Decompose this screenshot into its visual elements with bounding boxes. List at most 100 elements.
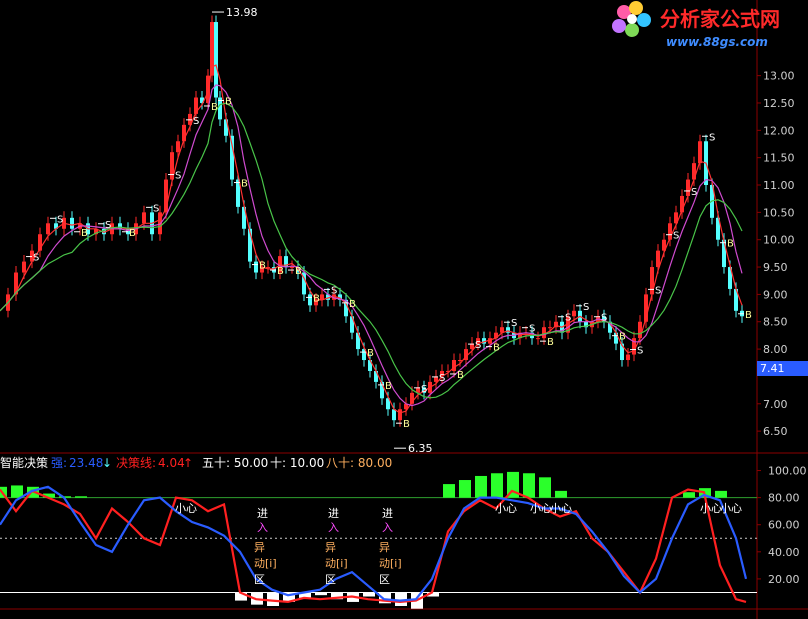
- caution-label: 小心: [720, 502, 742, 515]
- flower-icon: [612, 1, 651, 37]
- event-zone-text: 区: [379, 573, 390, 586]
- event-zone-text: 异: [254, 541, 265, 554]
- candle-body: [392, 409, 396, 421]
- buy-signal: B: [211, 102, 218, 113]
- buy-signal: B: [493, 343, 500, 354]
- event-zone-text: 动[i]: [254, 557, 277, 570]
- entry-marker-text: 进: [328, 507, 339, 520]
- price-tick-label: 11.50: [763, 152, 795, 165]
- histogram-bar: [363, 592, 375, 597]
- osc-tick-label: 20.00: [768, 573, 800, 586]
- buy-signal: B: [225, 97, 232, 108]
- sell-signal: S: [105, 220, 111, 231]
- buy-signal: B: [385, 381, 392, 392]
- level-80: 八十: 80.00: [326, 456, 392, 470]
- current-price-value: 7.41: [760, 362, 785, 375]
- sell-signal: S: [637, 346, 643, 357]
- buy-signal: B: [129, 228, 136, 239]
- caution-label: 小心: [700, 502, 722, 515]
- price-tick-label: 13.00: [763, 70, 795, 83]
- histogram-bar: [555, 490, 567, 498]
- sell-signal: S: [33, 253, 39, 264]
- osc-tick-label: 80.00: [768, 492, 800, 505]
- caution-label: 小心: [530, 502, 552, 515]
- price-tick-label: 9.50: [763, 261, 788, 274]
- entry-marker-text: 入: [382, 521, 393, 534]
- sell-signal: S: [331, 285, 337, 296]
- price-panel[interactable]: SSBSBSSSB BBB B BBSBBBBSS BS BS SBSSSBSSSSSBB1…: [0, 6, 752, 455]
- candle-body: [548, 327, 552, 329]
- histogram-bar: [523, 473, 535, 498]
- sell-signal: S: [421, 384, 427, 395]
- oscillator-panel[interactable]: 进入异动[i]区进入异动[i]区进入异动[i]区小心 小心 小心小心 小心小心: [0, 471, 757, 609]
- strength-arrow-icon: ↓: [102, 456, 112, 470]
- event-zone-text: 动[i]: [379, 557, 402, 570]
- candle-body: [118, 223, 122, 229]
- candle-body: [626, 354, 630, 361]
- candle-body: [398, 409, 402, 421]
- decision-value: 4.04: [158, 456, 185, 470]
- buy-signal: B: [313, 293, 320, 304]
- buy-signal: B: [367, 348, 374, 359]
- strength-value: 23.48: [69, 456, 103, 470]
- sell-signal: S: [511, 318, 517, 329]
- buy-signal: B: [259, 261, 266, 272]
- event-zone-text: 区: [254, 573, 265, 586]
- candle-body: [698, 141, 702, 164]
- histogram-bar: [11, 485, 23, 498]
- event-zone-text: 区: [325, 573, 336, 586]
- high-price-label: 13.98: [226, 6, 258, 19]
- site-logo: 分析家公式网 www.88gs.com: [612, 1, 780, 49]
- histogram-bar: [315, 592, 327, 596]
- buy-signal: B: [349, 299, 356, 310]
- histogram-bar: [715, 490, 727, 498]
- osc-tick-label: 100.00: [768, 465, 807, 478]
- buy-signal: B: [403, 419, 410, 430]
- logo-title: 分析家公式网: [660, 7, 780, 31]
- ma-fast-line: [0, 64, 743, 414]
- buy-signal: B: [241, 179, 248, 190]
- level-50: 五十: 50.00: [202, 456, 268, 470]
- sell-signal: S: [673, 231, 679, 242]
- candle-body: [290, 267, 294, 269]
- event-zone-text: 动[i]: [325, 557, 348, 570]
- candle-body: [542, 327, 546, 339]
- decision-label: 决策线:: [116, 456, 156, 470]
- candle-body: [638, 321, 642, 339]
- sell-signal: S: [655, 285, 661, 296]
- price-tick-label: 10.00: [763, 234, 795, 247]
- osc-tick-label: 60.00: [768, 519, 800, 532]
- sell-signal: S: [475, 340, 481, 351]
- buy-signal: B: [295, 266, 302, 277]
- buy-signal: B: [619, 332, 626, 343]
- candle-body: [572, 310, 576, 317]
- sell-signal: S: [193, 116, 199, 127]
- buy-signal: B: [277, 266, 284, 277]
- sell-signal: S: [153, 203, 159, 214]
- price-tick-label: 6.50: [763, 425, 788, 438]
- entry-marker-text: 入: [257, 521, 268, 534]
- sell-signal: S: [57, 214, 63, 225]
- histogram-bar: [75, 496, 87, 498]
- candle-body: [308, 294, 312, 306]
- sell-signal: S: [439, 373, 445, 384]
- candle-body: [70, 217, 74, 229]
- sell-signal: S: [175, 171, 181, 182]
- level-10: 十: 10.00: [270, 456, 324, 470]
- histogram-bar: [459, 480, 471, 498]
- candle-body: [176, 141, 180, 153]
- buy-signal: B: [457, 370, 464, 381]
- candle-body: [254, 261, 258, 273]
- price-tick-label: 8.00: [763, 343, 788, 356]
- buy-signal: B: [727, 239, 734, 250]
- histogram-bar: [443, 484, 455, 498]
- histogram-bar: [491, 473, 503, 498]
- decision-arrow-icon: ↑: [183, 456, 193, 470]
- sell-signal: S: [565, 313, 571, 324]
- candle-body: [22, 261, 26, 273]
- candle-body: [458, 360, 462, 362]
- current-price-tag: 7.41: [757, 361, 808, 376]
- candle-body: [142, 212, 146, 224]
- price-tick-label: 12.50: [763, 97, 795, 110]
- sell-signal: S: [601, 313, 607, 324]
